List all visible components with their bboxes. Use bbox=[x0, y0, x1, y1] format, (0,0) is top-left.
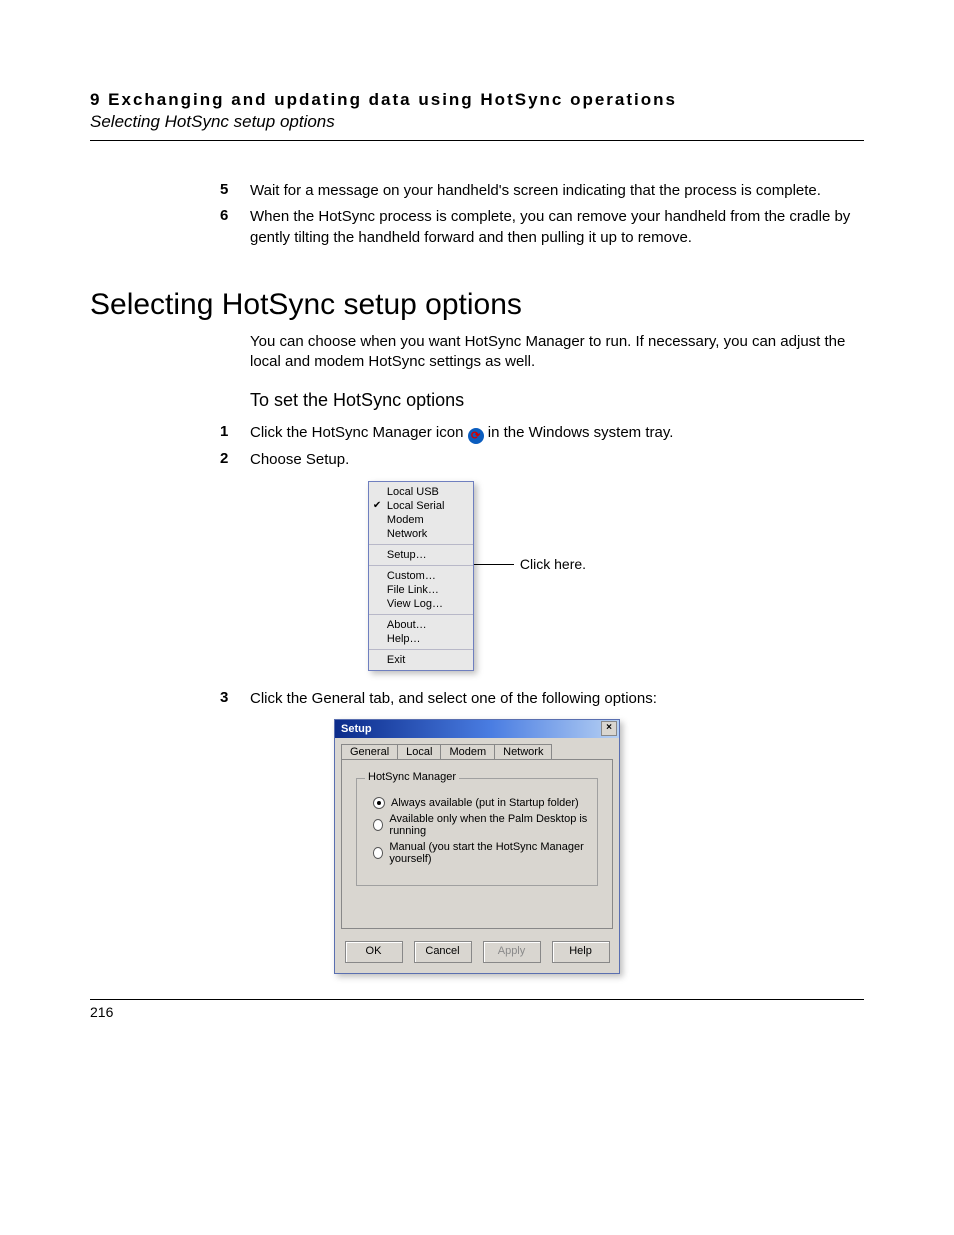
menu-item[interactable]: Exit bbox=[369, 653, 473, 667]
tab-local[interactable]: Local bbox=[397, 744, 441, 759]
menu-item[interactable]: Setup… bbox=[369, 548, 473, 562]
step-text-pre: Click the HotSync Manager icon bbox=[250, 424, 468, 441]
step-3: 3 Click the General tab, and select one … bbox=[220, 689, 864, 709]
menu-item-label: Setup… bbox=[387, 549, 427, 561]
step-text: When the HotSync process is complete, yo… bbox=[250, 207, 864, 248]
menu-item-label: Help… bbox=[387, 633, 421, 645]
menu-item[interactable]: Custom… bbox=[369, 569, 473, 583]
callout-label: Click here. bbox=[520, 556, 586, 572]
top-steps: 5 Wait for a message on your handheld's … bbox=[220, 181, 864, 248]
tabs-row: GeneralLocalModemNetwork bbox=[335, 738, 619, 759]
menu-item-label: Exit bbox=[387, 654, 405, 666]
menu-item[interactable]: About… bbox=[369, 618, 473, 632]
step-text: Click the HotSync Manager icon in the Wi… bbox=[250, 423, 673, 444]
radio-icon[interactable] bbox=[373, 797, 385, 809]
page-number: 216 bbox=[90, 1004, 864, 1020]
step-text: Wait for a message on your handheld's sc… bbox=[250, 181, 821, 201]
ok-button[interactable]: OK bbox=[345, 941, 403, 963]
radio-option[interactable]: Always available (put in Startup folder) bbox=[373, 797, 589, 809]
radio-icon[interactable] bbox=[373, 847, 383, 859]
option-steps: 1 Click the HotSync Manager icon in the … bbox=[220, 423, 864, 470]
menu-item[interactable]: ✔ Local Serial bbox=[369, 499, 473, 513]
menu-item[interactable]: View Log… bbox=[369, 597, 473, 611]
tab-network[interactable]: Network bbox=[494, 744, 552, 759]
step-text: Click the General tab, and select one of… bbox=[250, 689, 657, 709]
menu-item-label: Local Serial bbox=[387, 500, 444, 512]
menu-item-label: File Link… bbox=[387, 584, 439, 596]
fieldset-hotsync-manager: HotSync Manager Always available (put in… bbox=[356, 778, 598, 886]
step-text-post: in the Windows system tray. bbox=[484, 424, 674, 441]
context-menu: Local USB ✔ Local Serial Modem Network Setup…… bbox=[368, 481, 474, 671]
callout-line bbox=[474, 564, 514, 565]
menu-item-label: Network bbox=[387, 528, 427, 540]
intro-paragraph: You can choose when you want HotSync Man… bbox=[250, 332, 864, 373]
section-subtitle: Selecting HotSync setup options bbox=[90, 112, 864, 132]
help-button[interactable]: Help bbox=[552, 941, 610, 963]
menu-item-label: Custom… bbox=[387, 570, 436, 582]
chapter-title: 9 Exchanging and updating data using Hot… bbox=[90, 90, 864, 110]
menu-item[interactable]: File Link… bbox=[369, 583, 473, 597]
radio-label: Always available (put in Startup folder) bbox=[391, 797, 579, 809]
step-number: 5 bbox=[220, 181, 250, 198]
menu-item-label: Modem bbox=[387, 514, 424, 526]
tab-general[interactable]: General bbox=[341, 744, 398, 759]
radio-label: Manual (you start the HotSync Manager yo… bbox=[389, 841, 589, 865]
dialog-titlebar[interactable]: Setup × bbox=[335, 720, 619, 738]
menu-item[interactable]: Local USB bbox=[369, 485, 473, 499]
section-heading: Selecting HotSync setup options bbox=[90, 288, 864, 322]
menu-item[interactable]: Modem bbox=[369, 513, 473, 527]
close-icon[interactable]: × bbox=[601, 721, 617, 736]
step-number: 1 bbox=[220, 423, 250, 440]
menu-item-label: About… bbox=[387, 619, 427, 631]
cancel-button[interactable]: Cancel bbox=[414, 941, 472, 963]
step-number: 6 bbox=[220, 207, 250, 224]
tab-panel: HotSync Manager Always available (put in… bbox=[341, 759, 613, 929]
step-number: 3 bbox=[220, 689, 250, 706]
dialog-title: Setup bbox=[341, 723, 372, 735]
fieldset-legend: HotSync Manager bbox=[365, 771, 459, 783]
step-number: 2 bbox=[220, 450, 250, 467]
setup-dialog: Setup × GeneralLocalModemNetwork HotSync… bbox=[334, 719, 620, 974]
radio-label: Available only when the Palm Desktop is … bbox=[389, 813, 589, 837]
radio-option[interactable]: Manual (you start the HotSync Manager yo… bbox=[373, 841, 589, 865]
radio-icon[interactable] bbox=[373, 819, 383, 831]
tab-modem[interactable]: Modem bbox=[440, 744, 495, 759]
step-text: Choose Setup. bbox=[250, 450, 349, 470]
check-icon: ✔ bbox=[373, 500, 381, 511]
menu-item[interactable]: Help… bbox=[369, 632, 473, 646]
radio-option[interactable]: Available only when the Palm Desktop is … bbox=[373, 813, 589, 837]
footer-rule bbox=[90, 999, 864, 1000]
dialog-button-row: OK Cancel Apply Help bbox=[335, 935, 619, 973]
subheading: To set the HotSync options bbox=[250, 390, 864, 411]
hotsync-icon bbox=[468, 428, 484, 444]
apply-button: Apply bbox=[483, 941, 541, 963]
menu-item[interactable]: Network bbox=[369, 527, 473, 541]
menu-item-label: Local USB bbox=[387, 486, 439, 498]
menu-item-label: View Log… bbox=[387, 598, 443, 610]
header-rule bbox=[90, 140, 864, 141]
